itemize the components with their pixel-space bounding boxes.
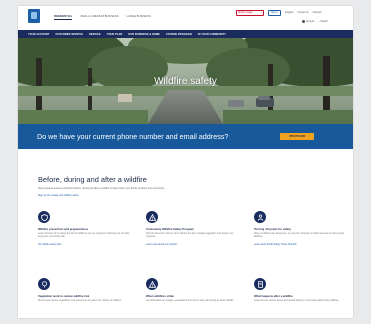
chevron-right-icon: › bbox=[261, 12, 262, 14]
sign-in-button[interactable]: Sign in bbox=[268, 10, 282, 16]
register-link[interactable]: Register bbox=[285, 12, 294, 14]
nav-item-course-program[interactable]: COURSE PROGRAM bbox=[166, 33, 192, 36]
card-prevention: Wildfire prevention and preparedness Lea… bbox=[38, 211, 130, 246]
top-links: Report outage › Sign in Register Contact… bbox=[236, 10, 321, 16]
main-nav: YOUR ACCOUNT CUSTOMER SERVICE SERVICE YO… bbox=[18, 30, 353, 38]
document-icon bbox=[254, 278, 266, 290]
segment-tabs: RESIDENTIAL SMALL & MEDIUM BUSINESS LARG… bbox=[54, 15, 151, 20]
card-power-shutoff: Turning off power for safety When condit… bbox=[254, 211, 346, 246]
nav-item-your-account[interactable]: YOUR ACCOUNT bbox=[28, 33, 50, 36]
card-title: When wildfires strike bbox=[146, 294, 174, 298]
card-description: Get information on outages, evacuations … bbox=[146, 300, 235, 302]
card-after-wildfire: What happens after a wildfire Learn how … bbox=[254, 278, 346, 303]
hero-banner: Wildfire safety bbox=[18, 38, 353, 124]
user-icon bbox=[302, 20, 305, 23]
nav-item-community[interactable]: IN YOUR COMMUNITY bbox=[198, 33, 226, 36]
segment-tab-small-business[interactable]: SMALL & MEDIUM BUSINESS bbox=[80, 15, 118, 20]
company-logo[interactable] bbox=[28, 9, 40, 23]
warning-icon bbox=[146, 278, 158, 290]
card-description: Learn what we do to reduce the risk of w… bbox=[38, 233, 130, 239]
contact-update-banner: Do we have your current phone number and… bbox=[18, 124, 353, 149]
card-title: Wildfire prevention and preparedness bbox=[38, 227, 89, 231]
card-title: What happens after a wildfire bbox=[254, 294, 293, 298]
card-title: Turning off power for safety bbox=[254, 227, 291, 231]
nav-item-service[interactable]: SERVICE bbox=[89, 33, 101, 36]
card-title: Community Wildfire Safety Program bbox=[146, 227, 194, 231]
segment-tab-large-business[interactable]: LARGE BUSINESS bbox=[127, 15, 151, 20]
alerts-signup-link[interactable]: Sign up for outage and wildfire alerts bbox=[38, 194, 79, 197]
mountain-warning-icon bbox=[146, 211, 158, 223]
shield-icon bbox=[38, 211, 50, 223]
card-community-program: Community Wildfire Safety Program Find o… bbox=[146, 211, 238, 246]
card-title: Vegetation work to reduce wildfire risk bbox=[38, 294, 90, 298]
search-label: Search bbox=[320, 20, 328, 23]
section-intro: Stay prepared and keep informed before, … bbox=[38, 187, 165, 190]
report-outage-label: Report outage bbox=[238, 12, 253, 14]
search-link[interactable]: ⌕ Search bbox=[318, 21, 328, 23]
utility-links: Account ⌕ Search bbox=[302, 20, 328, 23]
account-label: Account bbox=[306, 20, 315, 23]
banner-text: Do we have your current phone number and… bbox=[37, 132, 229, 141]
nav-item-your-plan[interactable]: YOUR PLAN bbox=[107, 33, 123, 36]
card-when-wildfires-strike: When wildfires strike Get information on… bbox=[146, 278, 238, 303]
section-title: Before, during and after a wildfire bbox=[38, 175, 147, 184]
card-link[interactable]: Learn about Public Safety Power Shutoffs bbox=[254, 244, 346, 246]
card-vegetation: Vegetation work to reduce wildfire risk … bbox=[38, 278, 130, 303]
card-description: We trim and remove vegetation near power… bbox=[38, 300, 122, 302]
nav-item-business-home[interactable]: OUR BUSINESS & HOME bbox=[128, 33, 160, 36]
search-icon: ⌕ bbox=[318, 20, 320, 23]
language-link[interactable]: Français bbox=[313, 12, 322, 14]
card-description: Find out about the work we do to harden … bbox=[146, 233, 234, 239]
card-link[interactable]: Learn more about our program bbox=[146, 244, 238, 246]
report-outage-button[interactable]: Report outage › bbox=[236, 10, 264, 16]
card-link[interactable]: Our wildfire safety plan bbox=[38, 244, 130, 246]
card-description: When conditions are dangerous, we may tu… bbox=[254, 233, 345, 239]
account-link[interactable]: Account bbox=[302, 20, 314, 23]
hero-title: Wildfire safety bbox=[154, 76, 217, 87]
nav-item-customer-service[interactable]: CUSTOMER SERVICE bbox=[56, 33, 84, 36]
segment-tab-residential[interactable]: RESIDENTIAL bbox=[54, 15, 73, 20]
web-page: RESIDENTIAL SMALL & MEDIUM BUSINESS LARG… bbox=[18, 6, 353, 318]
person-power-icon bbox=[254, 211, 266, 223]
top-bar: RESIDENTIAL SMALL & MEDIUM BUSINESS LARG… bbox=[18, 6, 353, 30]
tree-icon bbox=[38, 278, 50, 290]
card-description: Learn how we restore power and rebuild s… bbox=[254, 300, 339, 302]
contact-link[interactable]: Contact us bbox=[298, 12, 309, 14]
update-now-button[interactable]: UPDATE NOW bbox=[280, 133, 314, 140]
